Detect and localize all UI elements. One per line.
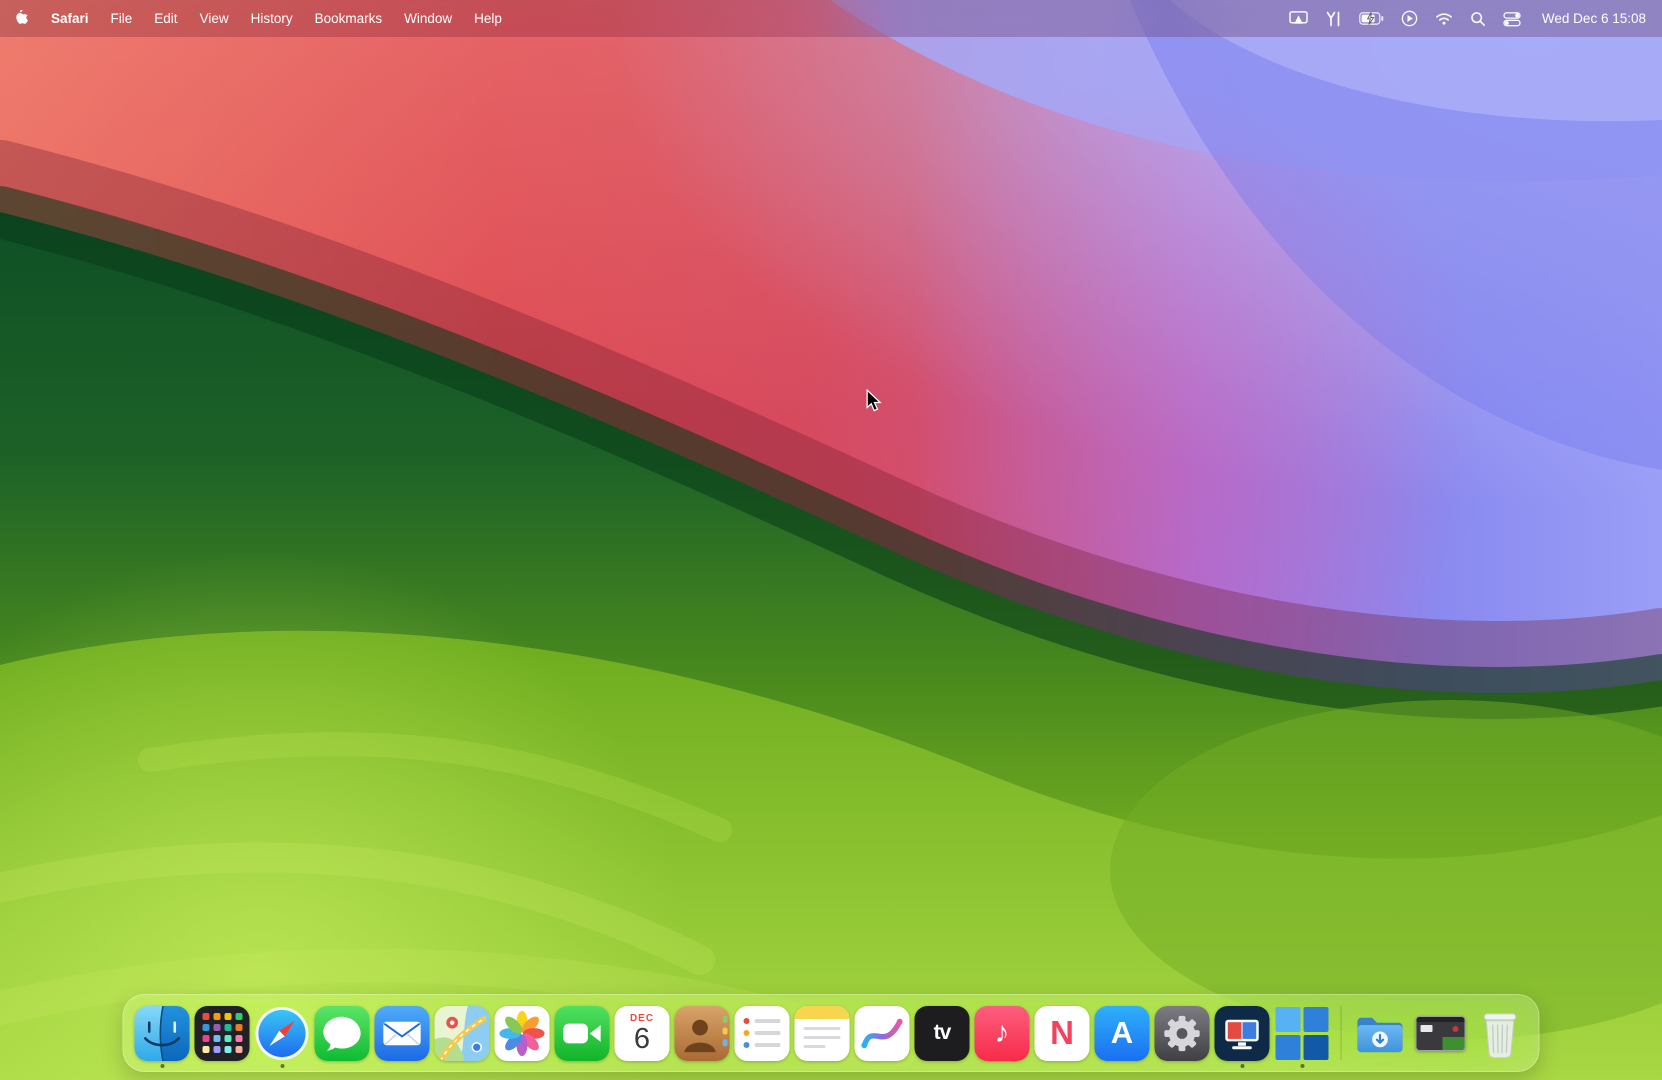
dock-downloads[interactable] bbox=[1353, 1006, 1408, 1061]
minimized-window-thumbnail bbox=[1415, 1016, 1465, 1051]
battery-charging-icon[interactable] bbox=[1359, 12, 1384, 25]
dock-mail[interactable] bbox=[375, 1006, 430, 1061]
freeform-icon bbox=[855, 1006, 910, 1061]
reminders-icon bbox=[735, 1006, 790, 1061]
dock-divider bbox=[1341, 1006, 1342, 1060]
news-icon: N bbox=[1035, 1006, 1090, 1061]
dock-facetime[interactable] bbox=[555, 1006, 610, 1061]
launchpad-icon bbox=[195, 1006, 250, 1061]
menu-file[interactable]: File bbox=[111, 11, 133, 26]
remote-desktop-icon bbox=[1215, 1006, 1270, 1061]
news-glyph: N bbox=[1050, 1014, 1074, 1052]
screen-mirroring-icon[interactable] bbox=[1289, 10, 1308, 27]
desktop-wallpaper bbox=[0, 0, 1662, 1080]
wifi-icon[interactable] bbox=[1435, 11, 1453, 26]
dock-freeform[interactable] bbox=[855, 1006, 910, 1061]
dock-messages[interactable] bbox=[315, 1006, 370, 1061]
dock-finder[interactable] bbox=[135, 1006, 190, 1061]
music-note-glyph: ♪ bbox=[995, 1016, 1010, 1050]
dock-appstore[interactable]: A bbox=[1095, 1006, 1150, 1061]
dock-appletv[interactable]: tv bbox=[915, 1006, 970, 1061]
spotlight-search-icon[interactable] bbox=[1470, 11, 1486, 27]
menu-window[interactable]: Window bbox=[404, 11, 452, 26]
menu-bar: Safari File Edit View History Bookmarks … bbox=[0, 0, 1662, 37]
dock-reminders[interactable] bbox=[735, 1006, 790, 1061]
notes-icon bbox=[795, 1006, 850, 1061]
dock-contacts[interactable] bbox=[675, 1006, 730, 1061]
dock-maps[interactable] bbox=[435, 1006, 490, 1061]
active-app-menu[interactable]: Safari bbox=[51, 11, 89, 26]
dock-minimized-window[interactable] bbox=[1413, 1006, 1468, 1061]
downloads-folder-icon bbox=[1353, 1006, 1408, 1061]
dock-windows-app[interactable] bbox=[1275, 1006, 1330, 1061]
trash-icon bbox=[1473, 1006, 1528, 1061]
system-settings-icon bbox=[1155, 1006, 1210, 1061]
finder-icon bbox=[135, 1006, 190, 1061]
menu-view[interactable]: View bbox=[200, 11, 229, 26]
dock-remote-desktop[interactable] bbox=[1215, 1006, 1270, 1061]
facetime-icon bbox=[555, 1006, 610, 1061]
dock-photos[interactable] bbox=[495, 1006, 550, 1061]
menu-bar-clock[interactable]: Wed Dec 6 15:08 bbox=[1542, 11, 1646, 26]
dock-notes[interactable] bbox=[795, 1006, 850, 1061]
music-icon: ♪ bbox=[975, 1006, 1030, 1061]
dock-safari[interactable] bbox=[255, 1006, 310, 1061]
dock: DEC 6 bbox=[123, 994, 1540, 1072]
apple-menu-icon[interactable] bbox=[16, 10, 31, 28]
dock-news[interactable]: N bbox=[1035, 1006, 1090, 1061]
maps-icon bbox=[435, 1006, 490, 1061]
apple-tv-icon: tv bbox=[915, 1006, 970, 1061]
menu-help[interactable]: Help bbox=[474, 11, 502, 26]
dock-launchpad[interactable] bbox=[195, 1006, 250, 1061]
windows-app-icon bbox=[1275, 1006, 1330, 1061]
dock-trash[interactable] bbox=[1473, 1006, 1528, 1061]
app-store-icon: A bbox=[1095, 1006, 1150, 1061]
menu-edit[interactable]: Edit bbox=[154, 11, 177, 26]
menu-bookmarks[interactable]: Bookmarks bbox=[315, 11, 383, 26]
contacts-icon bbox=[675, 1006, 730, 1061]
play-circle-icon[interactable] bbox=[1401, 10, 1418, 27]
control-center-icon[interactable] bbox=[1503, 11, 1521, 27]
menu-history[interactable]: History bbox=[251, 11, 293, 26]
dock-settings[interactable] bbox=[1155, 1006, 1210, 1061]
apple-tv-glyph: tv bbox=[934, 1021, 951, 1045]
calendar-day-label: 6 bbox=[634, 1023, 650, 1056]
menu-extra-icon[interactable] bbox=[1325, 11, 1342, 27]
app-store-glyph: A bbox=[1111, 1015, 1133, 1051]
photos-icon bbox=[495, 1006, 550, 1061]
safari-icon bbox=[255, 1006, 310, 1061]
dock-calendar[interactable]: DEC 6 bbox=[615, 1006, 670, 1061]
mail-icon bbox=[375, 1006, 430, 1061]
messages-icon bbox=[315, 1006, 370, 1061]
dock-music[interactable]: ♪ bbox=[975, 1006, 1030, 1061]
calendar-icon: DEC 6 bbox=[615, 1006, 670, 1061]
